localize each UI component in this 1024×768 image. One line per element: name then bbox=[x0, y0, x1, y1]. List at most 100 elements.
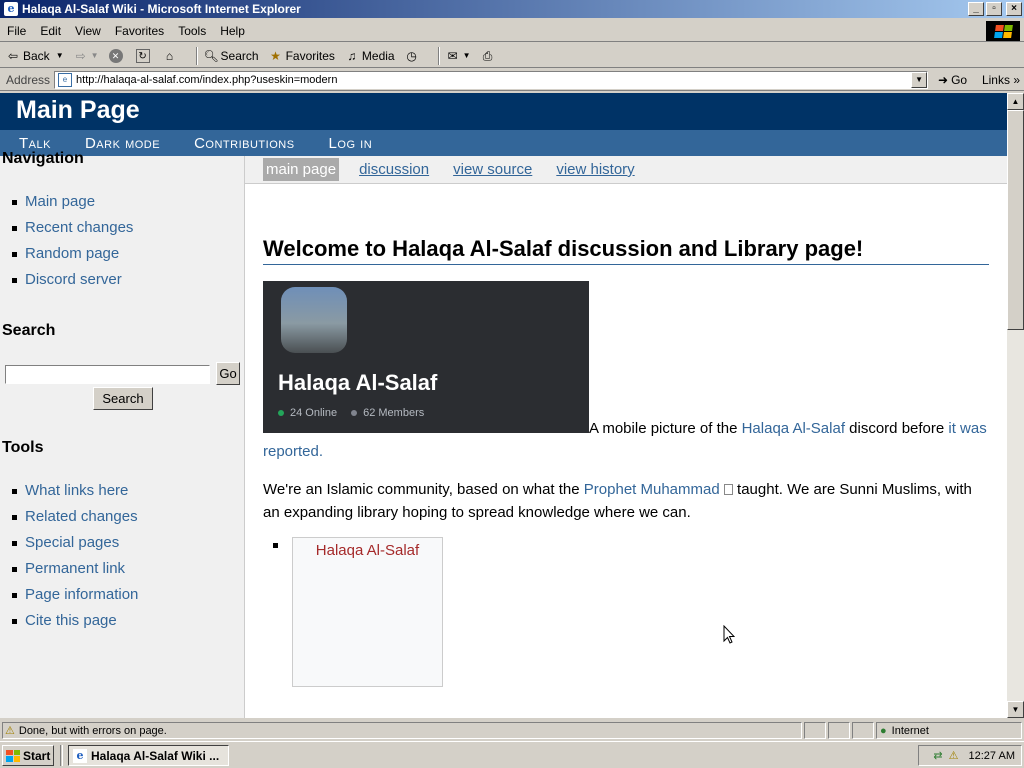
minimize-button[interactable]: _ bbox=[968, 2, 984, 16]
search-heading: Search bbox=[2, 322, 56, 339]
start-button[interactable]: Start bbox=[2, 745, 54, 766]
favorites-button[interactable]: ★ Favorites bbox=[269, 49, 335, 63]
address-dropdown-icon[interactable]: ▼ bbox=[911, 71, 928, 88]
status-cell bbox=[804, 722, 826, 739]
sidebar-item-cite-this-page[interactable]: Cite this page bbox=[12, 612, 138, 638]
sidebar-item-page-information[interactable]: Page information bbox=[12, 586, 138, 612]
refresh-icon: ↻ bbox=[135, 48, 150, 63]
close-button[interactable]: × bbox=[1006, 2, 1022, 16]
image-caption: A mobile picture of the Halaqa Al-Salaf … bbox=[263, 417, 993, 463]
sidebar-item-main-page[interactable]: Main page bbox=[12, 193, 133, 219]
para-text-1: We're an Islamic community, based on wha… bbox=[263, 481, 584, 498]
discord-screenshot-image[interactable]: Halaqa Al-Salaf 24 Online 62 Members bbox=[263, 281, 589, 433]
home-icon: ⌂ bbox=[165, 48, 174, 63]
search-button[interactable]: 🔍︎ Search bbox=[204, 49, 259, 63]
nav-talk[interactable]: Talk bbox=[19, 135, 51, 152]
sidebar-item-discord-server[interactable]: Discord server bbox=[12, 271, 133, 297]
media-label: Media bbox=[361, 48, 395, 63]
nav-log-in[interactable]: Log in bbox=[329, 135, 373, 152]
forward-button[interactable]: ⇨ ▼ bbox=[74, 49, 99, 63]
online-dot-icon bbox=[278, 410, 284, 416]
sidebar-item-permanent-link[interactable]: Permanent link bbox=[12, 560, 138, 586]
favorites-icon: ★ bbox=[270, 48, 281, 63]
scroll-thumb[interactable] bbox=[1007, 110, 1024, 330]
home-button[interactable]: ⌂ bbox=[163, 49, 180, 63]
address-label: Address bbox=[6, 72, 51, 87]
refresh-button[interactable]: ↻ bbox=[135, 48, 153, 63]
gallery-link[interactable]: Halaqa Al-Salaf bbox=[293, 542, 442, 559]
menu-favorites[interactable]: Favorites bbox=[108, 24, 171, 38]
warning-icon[interactable]: ⚠ bbox=[5, 724, 15, 737]
navigation-list: Main page Recent changes Random page Dis… bbox=[12, 193, 133, 297]
print-button[interactable]: ⎙ bbox=[481, 49, 498, 63]
mail-dropdown-icon: ▼ bbox=[462, 51, 471, 60]
tab-view-source[interactable]: view source bbox=[453, 161, 532, 178]
toolbar-separator bbox=[195, 46, 198, 65]
caption-text-2: discord before bbox=[845, 420, 949, 437]
back-button[interactable]: ⇦ Back ▼ bbox=[6, 49, 64, 63]
taskbar-item-label: Halaqa Al-Salaf Wiki ... bbox=[91, 748, 220, 763]
windows-flag-icon bbox=[6, 749, 20, 762]
windows-logo-icon bbox=[986, 21, 1020, 41]
menu-edit[interactable]: Edit bbox=[33, 24, 68, 38]
maximize-button[interactable]: ▫ bbox=[986, 2, 1002, 16]
tab-main-page[interactable]: main page bbox=[263, 158, 340, 181]
back-arrow-icon: ⇦ bbox=[7, 48, 19, 63]
gallery-box[interactable]: Halaqa Al-Salaf bbox=[292, 537, 443, 687]
status-bar: ⚠ Done, but with errors on page. ● Inter… bbox=[0, 720, 1024, 740]
media-button[interactable]: ♫ Media bbox=[345, 48, 395, 63]
sidebar-item-related-changes[interactable]: Related changes bbox=[12, 508, 138, 534]
network-icon[interactable]: ⇄ bbox=[933, 749, 942, 762]
menu-view[interactable]: View bbox=[68, 24, 108, 38]
title-bar: e Halaqa Al-Salaf Wiki - Microsoft Inter… bbox=[0, 0, 1024, 18]
mail-button[interactable]: ✉ ▼ bbox=[446, 49, 471, 63]
sidebar-item-random-page[interactable]: Random page bbox=[12, 245, 133, 271]
scroll-down-icon[interactable]: ▼ bbox=[1007, 701, 1024, 718]
taskbar-item-ie[interactable]: e Halaqa Al-Salaf Wiki ... bbox=[68, 745, 229, 766]
prophet-link[interactable]: Prophet Muhammad bbox=[584, 481, 724, 498]
vertical-scrollbar[interactable]: ▲ ▼ bbox=[1007, 93, 1024, 718]
caption-link-halaqa[interactable]: Halaqa Al-Salaf bbox=[742, 420, 845, 437]
globe-icon: ● bbox=[880, 724, 887, 737]
zone-text: Internet bbox=[891, 724, 929, 737]
members-dot-icon bbox=[351, 410, 358, 416]
go-arrow-icon: ➜ bbox=[938, 72, 949, 87]
sidebar-item-what-links-here[interactable]: What links here bbox=[12, 482, 138, 508]
system-tray: ⇄ ⚠ 12:27 AM bbox=[918, 745, 1022, 766]
scroll-up-icon[interactable]: ▲ bbox=[1007, 93, 1024, 110]
search-submit-button[interactable]: Search bbox=[93, 387, 153, 410]
tab-view-history[interactable]: view history bbox=[556, 161, 634, 178]
go-label: Go bbox=[951, 72, 968, 87]
server-avatar bbox=[281, 287, 347, 353]
back-dropdown-icon[interactable]: ▼ bbox=[56, 51, 64, 60]
caption-text-1: A mobile picture of the bbox=[589, 420, 742, 437]
address-bar: Address e http://halaqa-al-salaf.com/ind… bbox=[0, 69, 1024, 91]
tab-discussion[interactable]: discussion bbox=[359, 161, 429, 178]
forward-dropdown-icon: ▼ bbox=[90, 51, 99, 60]
menu-help[interactable]: Help bbox=[213, 24, 252, 38]
search-input[interactable] bbox=[5, 365, 210, 384]
ie-task-icon: e bbox=[73, 748, 87, 763]
page-viewport: Main Page Talk Dark mode Contributions L… bbox=[0, 93, 1007, 718]
clock[interactable]: 12:27 AM bbox=[969, 750, 1015, 762]
nav-dark-mode[interactable]: Dark mode bbox=[85, 135, 160, 152]
wiki-top-nav: Talk Dark mode Contributions Log in bbox=[0, 130, 1007, 156]
menu-file[interactable]: File bbox=[0, 24, 33, 38]
stop-button[interactable]: ✕ bbox=[108, 48, 126, 63]
sidebar-item-special-pages[interactable]: Special pages bbox=[12, 534, 138, 560]
sidebar-item-recent-changes[interactable]: Recent changes bbox=[12, 219, 133, 245]
history-button[interactable]: ◷ bbox=[405, 49, 422, 63]
intro-paragraph: We're an Islamic community, based on wha… bbox=[263, 478, 983, 524]
address-input[interactable]: e http://halaqa-al-salaf.com/index.php?u… bbox=[54, 70, 929, 89]
standard-toolbar: ⇦ Back ▼ ⇨ ▼ ✕ ↻ ⌂ 🔍︎ Search ★ Favorites… bbox=[0, 44, 1024, 68]
links-button[interactable]: Links » bbox=[982, 73, 1020, 87]
page-tabs: main page discussion view source view hi… bbox=[245, 156, 1007, 184]
media-icon: ♫ bbox=[347, 48, 357, 63]
status-cell bbox=[852, 722, 874, 739]
search-go-button[interactable]: Go bbox=[216, 362, 240, 385]
go-button[interactable]: ➜ Go bbox=[938, 73, 967, 87]
security-icon[interactable]: ⚠ bbox=[949, 749, 959, 762]
menu-tools[interactable]: Tools bbox=[171, 24, 213, 38]
nav-contributions[interactable]: Contributions bbox=[194, 135, 294, 152]
search-label: Search bbox=[220, 48, 259, 63]
